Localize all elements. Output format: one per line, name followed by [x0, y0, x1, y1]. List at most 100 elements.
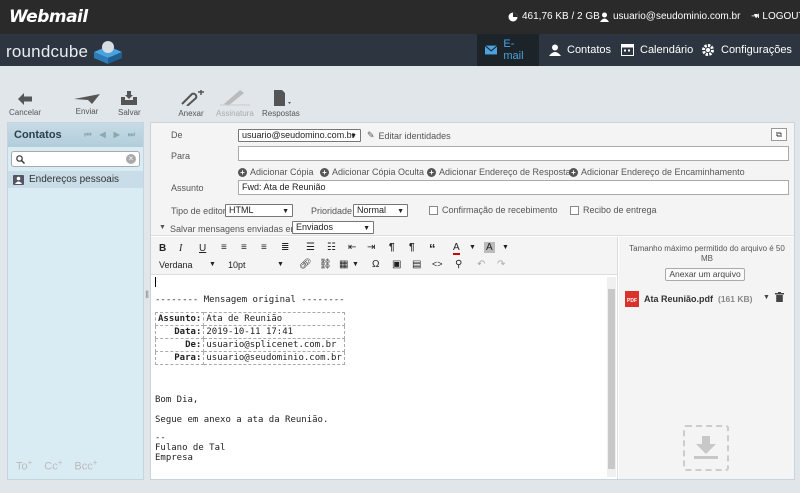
webmail-logo: Webmail [9, 7, 88, 27]
responses-button[interactable]: Respostas [262, 90, 300, 118]
quota-text: 461,76 KB / 2 GB [522, 11, 600, 22]
save-sent-select[interactable]: Enviados ▼ [292, 221, 374, 234]
contacts-title: Contatos [14, 129, 62, 141]
body-text: Segue em anexo a ata da Reunião. [155, 415, 329, 425]
align-left-button[interactable]: ≡ [221, 242, 227, 253]
blockquote-icon[interactable]: “ [429, 241, 436, 256]
user-email: usuario@seudominio.com.br [613, 11, 741, 22]
attach-file-button[interactable]: Anexar um arquivo [665, 268, 745, 281]
address-book-item[interactable]: Endereços pessoais [8, 171, 143, 188]
send-label: Enviar [75, 107, 99, 116]
original-message-table: Assunto: Ata de Reunião Data: 2019-10-11 1… [154, 312, 345, 365]
underline-button[interactable]: U [199, 243, 206, 254]
next-page-icon[interactable]: ▶ [114, 130, 120, 140]
font-family-select[interactable]: Verdana [159, 260, 193, 270]
quota-indicator: 461,76 KB / 2 GB [508, 11, 600, 22]
clear-search-icon[interactable]: × [126, 154, 136, 164]
from-select[interactable]: usuario@seudomino.com.br ▼ [238, 129, 361, 142]
text-color-button[interactable]: A [453, 242, 460, 255]
bg-color-dropdown-icon[interactable]: ▼ [502, 244, 509, 251]
add-cc-button[interactable]: Cc+ [44, 458, 62, 473]
user-menu[interactable]: usuario@seudominio.com.br ▼ [600, 11, 759, 22]
source-code-icon[interactable]: <> [432, 259, 443, 269]
bullet-list-button[interactable]: ☰ [306, 242, 315, 253]
priority-label: Prioridade [311, 206, 353, 216]
send-button[interactable]: Enviar [74, 94, 100, 116]
receipt-checkbox[interactable]: Confirmação de recebimento [429, 205, 558, 216]
font-size-select[interactable]: 10pt [228, 260, 246, 270]
pie-chart-icon [508, 12, 518, 21]
contacts-panel: Contatos ⏮ ◀ ▶ ⏭ × Endereços pessoais To… [7, 122, 144, 480]
link-icon[interactable]: 🔗︎ [299, 259, 312, 270]
save-sent-label: ▼ Salvar mensagens enviadas em [159, 224, 299, 234]
add-bcc-link[interactable]: + Adicionar Cópia Oculta [320, 167, 424, 177]
special-char-icon[interactable]: Ω [372, 259, 379, 270]
pdf-icon: PDF [625, 291, 639, 307]
find-replace-icon[interactable]: ⚲ [455, 259, 462, 270]
table-icon[interactable]: ▦ [339, 259, 348, 270]
last-page-icon[interactable]: ⏭ [128, 130, 135, 140]
editor-body[interactable]: -------- Mensagem original -------- Assu… [154, 277, 607, 476]
save-button[interactable]: Salvar [118, 91, 141, 117]
chevron-down-icon[interactable]: ▼ [159, 224, 166, 234]
first-page-icon[interactable]: ⏮ [84, 130, 91, 140]
subject-input[interactable]: Fwd: Ata de Reunião [238, 180, 789, 195]
nav-email[interactable]: E-mail [477, 34, 539, 66]
table-dropdown-icon[interactable]: ▼ [352, 261, 359, 268]
numbered-list-button[interactable]: ☷ [327, 242, 336, 253]
nav-contacts[interactable]: Contatos [541, 34, 619, 66]
font-family-dropdown-icon[interactable]: ▼ [209, 261, 216, 268]
editor-type-select[interactable]: HTML ▼ [225, 204, 293, 217]
bold-button[interactable]: B [159, 243, 166, 254]
ltr-button[interactable]: ¶ [389, 242, 395, 253]
font-size-dropdown-icon[interactable]: ▼ [277, 261, 284, 268]
scrollbar-thumb[interactable] [608, 289, 615, 469]
to-input[interactable] [238, 146, 789, 161]
attachment-size: (161 KB) [718, 294, 753, 304]
add-followup-link[interactable]: + Adicionar Endereço de Encaminhamento [569, 167, 745, 177]
text-color-dropdown-icon[interactable]: ▼ [469, 244, 476, 251]
panel-splitter[interactable]: ‖ [145, 290, 149, 301]
priority-select[interactable]: Normal ▼ [353, 204, 408, 217]
signature-button[interactable]: Assinatura [216, 88, 254, 118]
redo-icon[interactable]: ↷ [497, 259, 505, 270]
from-label: De [171, 130, 183, 140]
indent-button[interactable]: ⇥ [367, 242, 375, 253]
plus-icon: + [238, 167, 247, 177]
contacts-search-input[interactable]: × [11, 151, 140, 167]
roundcube-logo-icon [94, 41, 122, 64]
nav-settings-label: Configurações [721, 44, 792, 56]
rtl-button[interactable]: ¶ [409, 242, 415, 253]
gear-icon [702, 44, 714, 56]
add-cc-link[interactable]: + Adicionar Cópia [238, 167, 314, 177]
expand-headers-button[interactable]: ⧉ [771, 128, 787, 141]
unlink-icon[interactable]: ⛓︎ [319, 259, 332, 270]
back-arrow-icon [18, 93, 32, 105]
cancel-button[interactable]: Cancelar [9, 93, 41, 117]
nav-calendar[interactable]: Calendário [613, 34, 701, 66]
align-center-button[interactable]: ≡ [241, 242, 247, 253]
add-to-button[interactable]: To+ [16, 458, 32, 473]
drop-zone[interactable] [683, 425, 729, 471]
image-icon[interactable]: ▣ [392, 259, 401, 270]
attach-button[interactable]: Anexar [178, 90, 204, 118]
trash-icon[interactable] [775, 292, 784, 302]
undo-icon[interactable]: ↶ [477, 259, 485, 270]
edit-identities-link[interactable]: ✎ Editar identidades [367, 130, 451, 141]
justify-button[interactable]: ≣ [281, 242, 289, 253]
align-right-button[interactable]: ≡ [261, 242, 267, 253]
bg-color-button[interactable]: A [484, 242, 495, 253]
logout-button[interactable]: ⇥ LOGOUT [751, 11, 800, 22]
outdent-button[interactable]: ⇤ [348, 242, 356, 253]
prev-page-icon[interactable]: ◀ [99, 130, 105, 140]
max-size-text: Tamanho máximo permitido do arquivo é 50… [629, 244, 785, 263]
italic-button[interactable]: I [179, 243, 182, 254]
attachment-item[interactable]: PDF Ata Reunião.pdf (161 KB) [625, 291, 752, 307]
attachment-dropdown-icon[interactable]: ▼ [763, 294, 770, 301]
editor-scrollbar[interactable] [607, 277, 616, 477]
add-bcc-button[interactable]: Bcc+ [74, 458, 97, 473]
media-icon[interactable]: ▤ [412, 259, 421, 270]
delivery-checkbox[interactable]: Recibo de entrega [570, 205, 657, 216]
add-reply-to-link[interactable]: + Adicionar Endereço de Resposta [427, 167, 571, 177]
nav-settings[interactable]: Configurações [693, 34, 800, 66]
